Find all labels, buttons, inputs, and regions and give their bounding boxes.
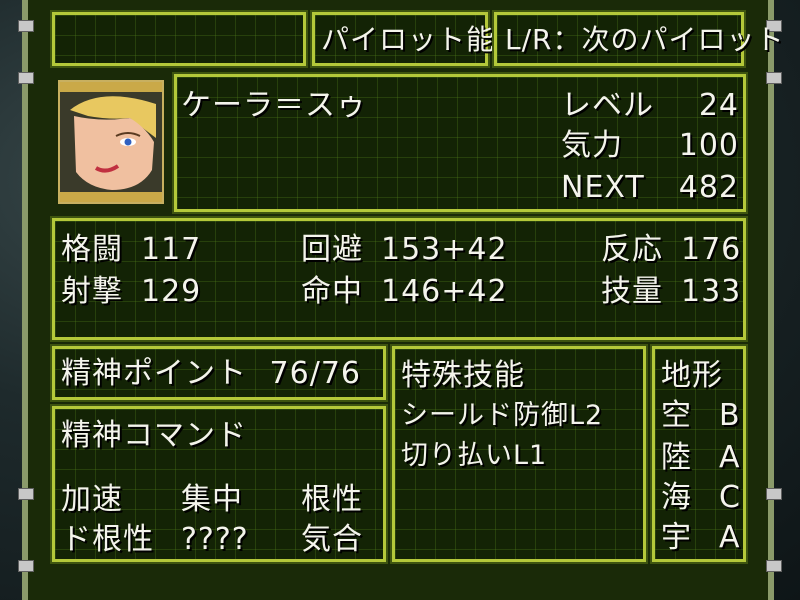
- frame-bolt: [18, 488, 34, 500]
- next-pilot-hint[interactable]: L/R：次のパイロット: [505, 23, 785, 57]
- level-value: 24: [698, 88, 739, 123]
- special-skill-item[interactable]: 切り払いL1: [401, 439, 547, 473]
- stats-panel: 格闘 117 射撃 129 回避 153+42 命中 146+42 反応 176…: [50, 216, 748, 342]
- frame-bolt: [18, 20, 34, 32]
- terrain-rank: C: [719, 480, 741, 515]
- spirit-command-item[interactable]: 集中: [181, 483, 243, 517]
- special-skill-item[interactable]: シールド防御L2: [401, 399, 603, 433]
- skill-label: 技量: [601, 274, 663, 309]
- accuracy-label: 命中: [301, 274, 363, 309]
- skill-value: 133: [681, 274, 742, 309]
- frame-bolt: [18, 72, 34, 84]
- frame-bolt: [766, 560, 782, 572]
- header-title-panel: パイロット能力: [310, 10, 523, 68]
- header-hint-panel: L/R：次のパイロット: [492, 10, 784, 68]
- terrain-name: 陸: [661, 440, 692, 475]
- terrain-name: 宇: [661, 520, 692, 555]
- spirit-points-label: 精神ポイント: [61, 356, 247, 391]
- spirit-command-item[interactable]: 加速: [61, 483, 123, 517]
- header-blank-panel: [50, 10, 308, 68]
- will-value: 100: [678, 128, 739, 163]
- shooting-label: 射撃: [61, 274, 123, 309]
- terrain-label: 地形: [661, 358, 723, 393]
- frame-bolt: [766, 488, 782, 500]
- pilot-info-panel: ケーラ＝スゥ レベル 24 気力 100 NEXT 482: [172, 72, 748, 214]
- spirit-points-value: 76/76: [269, 356, 361, 391]
- special-skills-panel: 特殊技能 シールド防御L2 切り払いL1: [390, 344, 648, 564]
- pilot-name: ケーラ＝スゥ: [181, 88, 367, 123]
- level-label: レベル: [561, 88, 654, 123]
- terrain-rank: A: [719, 440, 741, 475]
- pilot-portrait: [58, 80, 164, 204]
- terrain-rank: A: [719, 520, 741, 555]
- reaction-value: 176: [681, 232, 742, 267]
- next-value: 482: [678, 170, 739, 205]
- shooting-value: 129: [141, 274, 202, 309]
- next-label: NEXT: [561, 170, 645, 205]
- portrait-top-strip: [60, 82, 162, 92]
- reaction-label: 反応: [601, 232, 663, 267]
- spirit-command-item[interactable]: ????: [181, 523, 249, 557]
- accuracy-value: 146+42: [381, 274, 508, 309]
- spirit-command-item[interactable]: 根性: [301, 483, 363, 517]
- spirit-command-item[interactable]: 気合: [301, 523, 363, 557]
- frame-bolt: [766, 72, 782, 84]
- will-label: 気力: [561, 128, 623, 163]
- spirit-commands-label: 精神コマンド: [61, 418, 247, 453]
- spirit-command-item[interactable]: ド根性: [61, 523, 154, 557]
- terrain-name: 海: [661, 480, 692, 515]
- pilot-face-image: [60, 92, 162, 192]
- evasion-value: 153+42: [381, 232, 508, 267]
- terrain-panel: 地形 空 B 陸 A 海 C 宇 A: [650, 344, 748, 564]
- evasion-label: 回避: [301, 232, 363, 267]
- special-skills-label: 特殊技能: [401, 358, 525, 393]
- frame-bolt: [18, 560, 34, 572]
- spirit-commands-panel: 精神コマンド 加速 集中 根性 ド根性 ???? 気合: [50, 404, 388, 564]
- terrain-name: 空: [661, 398, 692, 433]
- spirit-points-panel: 精神ポイント 76/76: [50, 344, 388, 402]
- melee-label: 格闘: [61, 232, 123, 267]
- terrain-rank: B: [719, 398, 741, 433]
- melee-value: 117: [141, 232, 202, 267]
- portrait-bottom-strip: [60, 192, 162, 202]
